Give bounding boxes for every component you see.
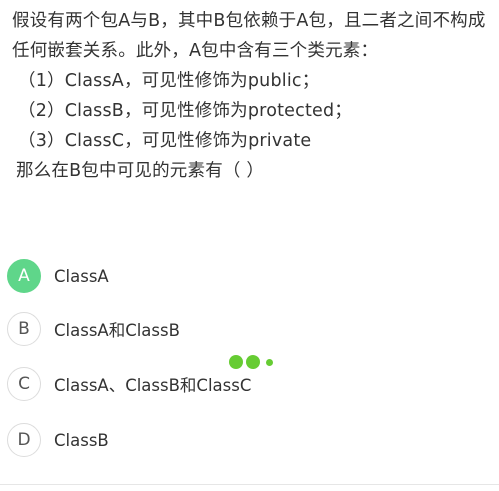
question-ask: 那么在B包中可见的元素有（ ） — [16, 161, 265, 181]
question-item-3: （3）ClassC，可见性修饰为private — [18, 131, 312, 151]
option-b-text: ClassA和ClassB — [54, 321, 180, 340]
option-a-letter: A — [7, 259, 41, 293]
option-b-letter: B — [7, 312, 41, 346]
option-c-letter: C — [7, 367, 41, 401]
loading-dot-icon — [229, 355, 243, 369]
loading-dot-icon — [246, 355, 260, 369]
question-item-1: （1）ClassA，可见性修饰为public； — [18, 71, 320, 91]
question-text: 假设有两个包A与B，其中B包依赖于A包，且二者之间不构成任何嵌套关系。此外，A包… — [12, 6, 492, 186]
option-d-text: ClassB — [54, 430, 109, 450]
option-d-letter: D — [7, 423, 41, 457]
option-a[interactable]: A ClassA — [7, 259, 109, 293]
question-item-2: （2）ClassB，可见性修饰为protected； — [18, 101, 352, 121]
option-b[interactable]: B ClassA和ClassB — [7, 312, 180, 346]
loading-dot-icon — [266, 358, 273, 366]
option-c-text: ClassA、ClassB和ClassC — [54, 376, 252, 395]
question-stem: 假设有两个包A与B，其中B包依赖于A包，且二者之间不构成任何嵌套关系。此外，A包… — [12, 11, 486, 61]
option-a-text: ClassA — [54, 266, 109, 286]
bottom-divider — [0, 484, 499, 485]
option-d[interactable]: D ClassB — [7, 423, 109, 457]
loading-indicator — [229, 355, 276, 369]
option-c[interactable]: C ClassA、ClassB和ClassC — [7, 367, 251, 401]
